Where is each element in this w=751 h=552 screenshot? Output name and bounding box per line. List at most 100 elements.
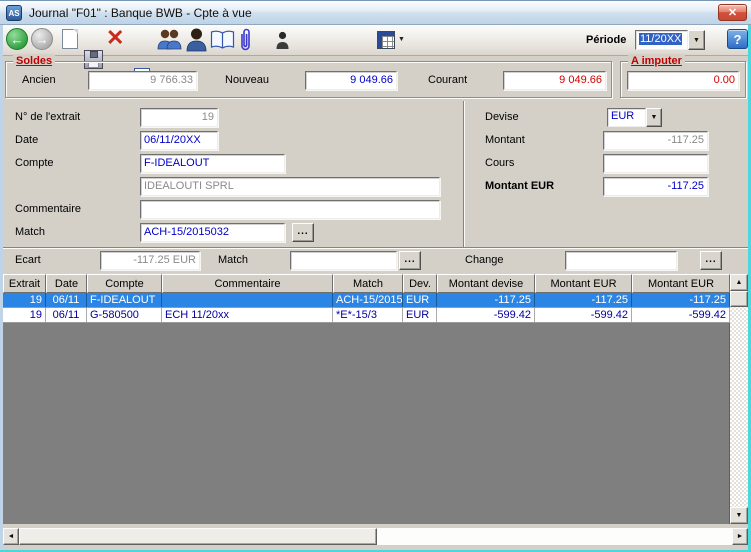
delete-button[interactable]: ✕ xyxy=(106,27,124,49)
column-header-montant-devise[interactable]: Montant devise xyxy=(437,274,535,293)
a-imputer-field: 0.00 xyxy=(627,71,739,90)
window-border-left xyxy=(0,25,3,552)
ellipsis-icon: ... xyxy=(297,227,308,237)
courant-field: 9 049.66 xyxy=(503,71,606,90)
table-empty-area xyxy=(3,323,730,524)
column-header-dev[interactable]: Dev. xyxy=(403,274,437,293)
commentaire-label: Commentaire xyxy=(15,203,81,215)
cell-dev: EUR xyxy=(403,308,437,322)
scroll-up-button[interactable]: ▲ xyxy=(730,274,748,291)
column-header-date[interactable]: Date xyxy=(46,274,87,293)
journal-button[interactable] xyxy=(210,30,235,50)
floppy-shutter-icon xyxy=(90,51,98,58)
change-field[interactable] xyxy=(565,251,677,270)
devise-value[interactable]: EUR xyxy=(607,108,646,127)
column-header-extrait[interactable]: Extrait xyxy=(3,274,46,293)
cell-extrait: 19 xyxy=(3,293,46,307)
application-window: AS Journal "F01" : Banque BWB - Cpte à v… xyxy=(0,0,751,552)
table-vertical-scrollbar[interactable]: ▲ ▼ xyxy=(730,274,748,524)
table-horizontal-scrollbar[interactable]: ◄ ► xyxy=(3,528,748,545)
two-people-icon xyxy=(156,28,183,51)
compte-field[interactable]: F-IDEALOUT xyxy=(140,154,285,173)
column-header-montant-eur-2[interactable]: Montant EUR xyxy=(632,274,730,293)
period-combobox[interactable]: 11/20XX ▼ xyxy=(635,30,705,50)
table-row[interactable]: 19 06/11 G-580500 ECH 11/20xx *E*-15/3 E… xyxy=(3,308,730,323)
montant-field: -117.25 xyxy=(603,131,708,150)
scroll-right-button[interactable]: ► xyxy=(732,528,748,545)
extrait-field: 19 xyxy=(140,108,218,127)
cell-montant-devise: -117.25 xyxy=(437,293,535,307)
contact-button[interactable] xyxy=(275,31,290,50)
table-header: Extrait Date Compte Commentaire Match De… xyxy=(3,274,730,293)
delete-x-icon: ✕ xyxy=(106,25,124,50)
period-label: Période xyxy=(586,34,626,46)
compte-name-field: IDEALOUTI SPRL xyxy=(140,177,440,196)
cell-montant-eur-2: -117.25 xyxy=(632,293,730,307)
cell-date: 06/11 xyxy=(46,293,87,307)
ancien-label: Ancien xyxy=(22,74,56,86)
column-header-commentaire[interactable]: Commentaire xyxy=(162,274,333,293)
page-fold-icon xyxy=(73,29,78,34)
devise-label: Devise xyxy=(485,111,519,123)
ledger-grid-button[interactable] xyxy=(377,31,395,49)
soldes-title: Soldes xyxy=(13,54,55,68)
cell-extrait: 19 xyxy=(3,308,46,322)
montant-eur-field[interactable]: -117.25 xyxy=(603,177,708,196)
cell-montant-eur: -117.25 xyxy=(535,293,632,307)
attachment-button[interactable] xyxy=(238,27,252,53)
vertical-scroll-thumb[interactable] xyxy=(730,291,748,307)
match-field[interactable]: ACH-15/2015032 xyxy=(140,223,285,242)
period-value[interactable]: 11/20XX xyxy=(635,30,688,50)
clients-button[interactable] xyxy=(156,28,183,51)
match-browse-button[interactable]: ... xyxy=(292,223,314,242)
paperclip-icon xyxy=(238,27,252,53)
horizontal-scroll-thumb[interactable] xyxy=(19,528,377,545)
ecart-match-browse-button[interactable]: ... xyxy=(399,251,421,270)
title-bar: AS Journal "F01" : Banque BWB - Cpte à v… xyxy=(0,1,751,25)
courant-label: Courant xyxy=(428,74,467,86)
commentaire-field[interactable] xyxy=(140,200,440,219)
date-field[interactable]: 06/11/20XX xyxy=(140,131,218,150)
period-dropdown-button[interactable]: ▼ xyxy=(688,30,705,50)
forward-button[interactable]: → xyxy=(31,28,53,50)
change-browse-button[interactable]: ... xyxy=(700,251,722,270)
cell-match: ACH-15/2015032 xyxy=(333,293,403,307)
new-document-button[interactable] xyxy=(62,29,78,49)
table-row-selected[interactable]: 19 06/11 F-IDEALOUT ACH-15/2015032 EUR -… xyxy=(3,293,730,308)
change-label: Change xyxy=(465,254,504,266)
chevron-down-icon: ▼ xyxy=(398,36,405,43)
a-imputer-title: A imputer xyxy=(628,54,685,68)
close-button[interactable]: ✕ xyxy=(718,4,747,21)
supplier-button[interactable] xyxy=(185,27,208,52)
match-label: Match xyxy=(15,226,45,238)
extrait-label: N° de l'extrait xyxy=(15,111,80,123)
form-bottom-separator xyxy=(0,247,751,249)
ledger-grid-dropdown[interactable]: ▼ xyxy=(398,31,405,49)
form-vertical-separator xyxy=(463,101,465,247)
ecart-match-field[interactable] xyxy=(290,251,397,270)
scroll-down-button[interactable]: ▼ xyxy=(730,507,748,524)
montant-label: Montant xyxy=(485,134,525,146)
cours-field[interactable] xyxy=(603,154,708,173)
app-icon: AS xyxy=(6,5,22,21)
toolbar: ← → ✕ xyxy=(0,25,751,56)
compte-label: Compte xyxy=(15,157,54,169)
cell-commentaire: ECH 11/20xx xyxy=(162,308,333,322)
help-button[interactable]: ? xyxy=(727,29,748,49)
scroll-left-button[interactable]: ◄ xyxy=(3,528,19,545)
devise-combobox[interactable]: EUR ▼ xyxy=(607,108,662,127)
cell-montant-eur: -599.42 xyxy=(535,308,632,322)
nouveau-field[interactable]: 9 049.66 xyxy=(305,71,397,90)
devise-dropdown-button[interactable]: ▼ xyxy=(646,108,662,127)
cours-label: Cours xyxy=(485,157,514,169)
back-button[interactable]: ← xyxy=(6,28,28,50)
ancien-field: 9 766.33 xyxy=(88,71,197,90)
column-header-montant-eur[interactable]: Montant EUR xyxy=(535,274,632,293)
ellipsis-icon: ... xyxy=(404,255,415,265)
forward-arrow-icon: → xyxy=(36,32,49,47)
cell-compte: G-580500 xyxy=(87,308,162,322)
column-header-compte[interactable]: Compte xyxy=(87,274,162,293)
person-small-icon xyxy=(275,31,290,50)
cell-dev: EUR xyxy=(403,293,437,307)
column-header-match[interactable]: Match xyxy=(333,274,403,293)
